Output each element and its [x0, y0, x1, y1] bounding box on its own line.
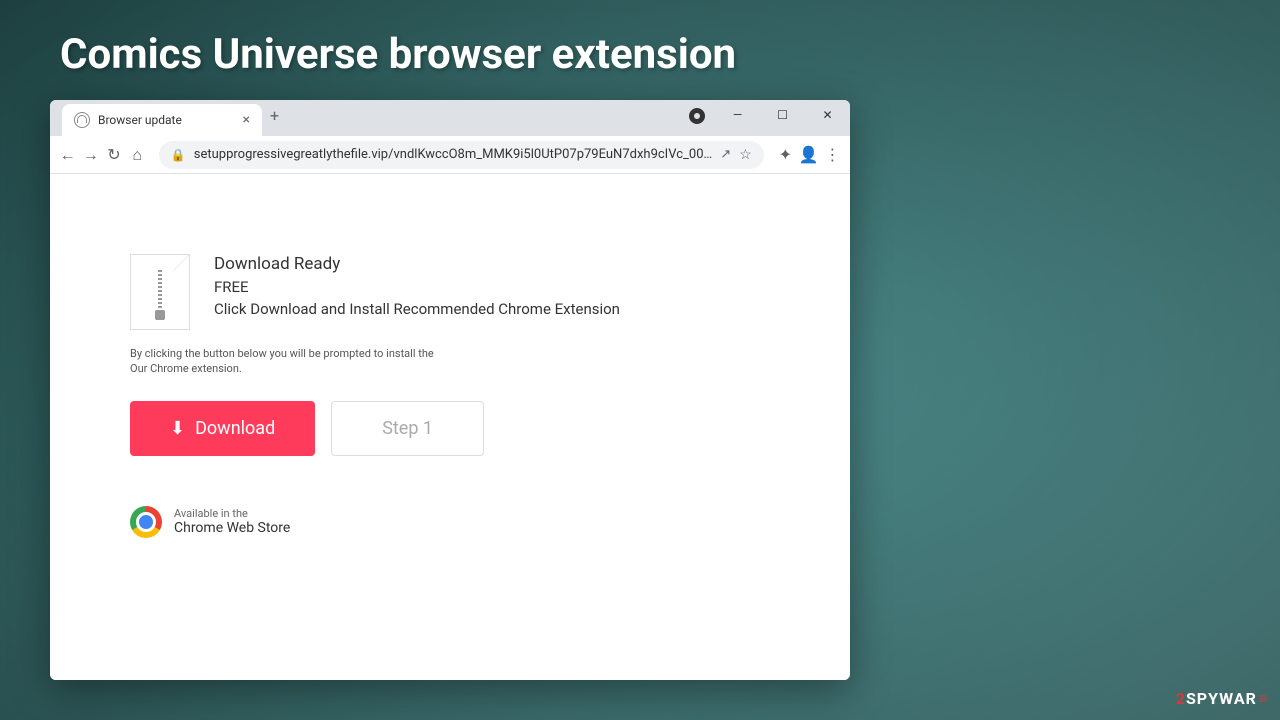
home-button[interactable]: ⌂: [128, 141, 147, 169]
watermark-prefix: 2: [1176, 689, 1186, 708]
extensions-icon[interactable]: ✦: [776, 141, 795, 169]
address-bar[interactable]: 🔒 setupprogressivegreatlythefile.vip/vnd…: [159, 141, 764, 169]
new-tab-button[interactable]: +: [270, 106, 279, 125]
disclaimer-text: By clicking the button below you will be…: [130, 346, 770, 377]
close-tab-icon[interactable]: ×: [243, 112, 250, 128]
share-icon[interactable]: ↗: [720, 147, 731, 162]
download-button-label: Download: [195, 418, 275, 439]
webstore-badge[interactable]: Available in the Chrome Web Store: [130, 506, 770, 538]
forward-button[interactable]: →: [81, 141, 100, 169]
reload-button[interactable]: ↻: [104, 141, 123, 169]
webstore-name: Chrome Web Store: [174, 520, 290, 536]
download-button[interactable]: ⬇ Download: [130, 401, 315, 456]
browser-titlebar: Browser update × + — ☐ ✕: [50, 100, 850, 136]
watermark-brand: SPYWAR: [1186, 689, 1257, 708]
lock-icon: 🔒: [171, 148, 186, 162]
download-ready-label: Download Ready: [214, 254, 620, 274]
watermark: 2 SPYWAR ≡: [1176, 689, 1268, 708]
download-text: Download Ready FREE Click Download and I…: [214, 254, 620, 322]
tab-title: Browser update: [98, 113, 235, 127]
webstore-text: Available in the Chrome Web Store: [174, 507, 290, 536]
bookmark-star-icon[interactable]: ☆: [739, 147, 752, 163]
minimize-button[interactable]: —: [715, 100, 760, 130]
page-content: Download Ready FREE Click Download and I…: [50, 174, 850, 680]
globe-icon: [74, 112, 90, 128]
disclaimer-line: Our Chrome extension.: [130, 361, 770, 376]
maximize-button[interactable]: ☐: [760, 100, 805, 130]
instruction-text: Click Download and Install Recommended C…: [214, 300, 620, 318]
zipper-graphic: [158, 270, 162, 312]
browser-tab[interactable]: Browser update ×: [62, 104, 262, 136]
free-label: FREE: [214, 278, 620, 296]
menu-icon[interactable]: ⋮: [823, 141, 842, 169]
archive-file-icon: [130, 254, 190, 330]
watermark-suffix: ≡: [1259, 690, 1268, 707]
step-button[interactable]: Step 1: [331, 401, 484, 456]
window-controls: — ☐ ✕: [715, 100, 850, 130]
close-window-button[interactable]: ✕: [805, 100, 850, 130]
button-row: ⬇ Download Step 1: [130, 401, 770, 456]
back-button[interactable]: ←: [58, 141, 77, 169]
media-control-icon[interactable]: [689, 108, 705, 124]
browser-window: Browser update × + — ☐ ✕ ← → ↻ ⌂ 🔒 setup…: [50, 100, 850, 680]
disclaimer-line: By clicking the button below you will be…: [130, 346, 770, 361]
chrome-logo-icon: [130, 506, 162, 538]
url-text: setupprogressivegreatlythefile.vip/vndlK…: [194, 147, 712, 162]
webstore-prefix: Available in the: [174, 507, 290, 520]
browser-toolbar: ← → ↻ ⌂ 🔒 setupprogressivegreatlythefile…: [50, 136, 850, 174]
page-title: Comics Universe browser extension: [60, 30, 736, 79]
download-section: Download Ready FREE Click Download and I…: [130, 254, 770, 330]
download-icon: ⬇: [170, 418, 185, 439]
profile-icon[interactable]: 👤: [799, 141, 819, 169]
